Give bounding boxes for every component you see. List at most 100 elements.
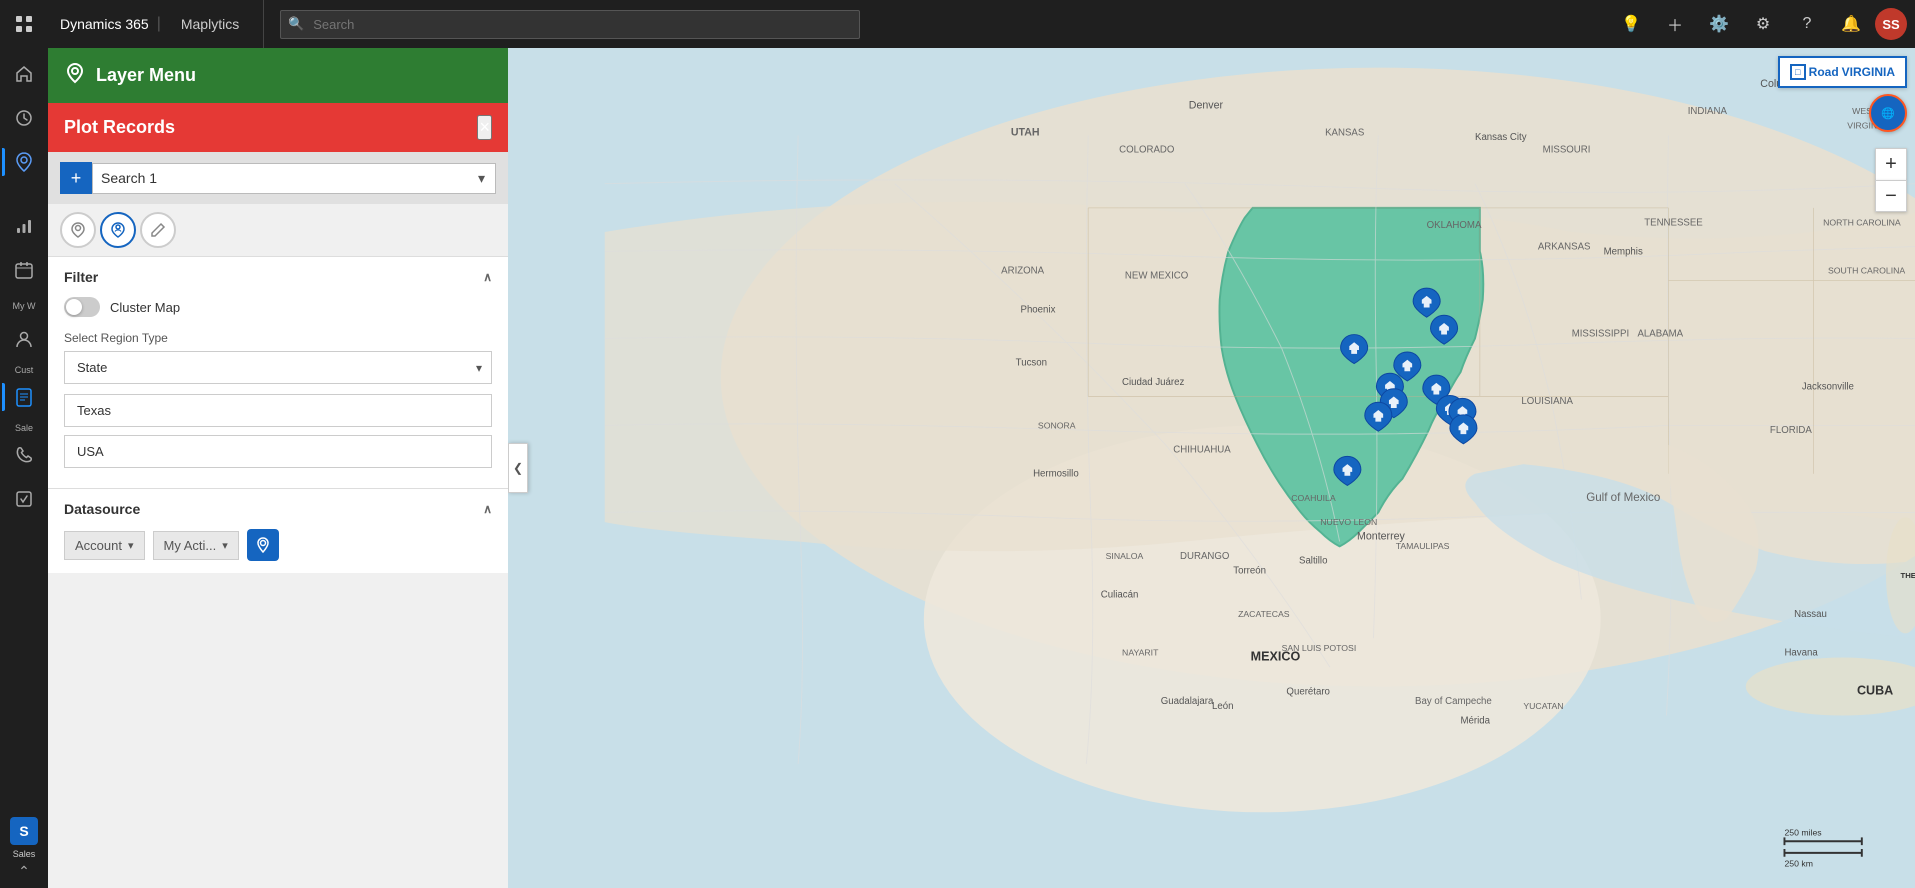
collapse-panel-button[interactable]: ❮ — [508, 443, 528, 493]
svg-text:Kansas City: Kansas City — [1475, 132, 1527, 143]
sidebar-label-sales: Sale — [15, 423, 33, 433]
search-add-button[interactable]: + — [60, 162, 92, 194]
datasource-header: Datasource ∧ — [64, 501, 492, 517]
svg-text:NAYARIT: NAYARIT — [1122, 648, 1159, 658]
zoom-controls: + − — [1875, 148, 1907, 212]
sidebar-bottom-s-icon[interactable]: S — [10, 817, 38, 845]
filter-section: Filter ∧ Cluster Map Select Region Type … — [48, 256, 508, 488]
search-field[interactable] — [101, 170, 476, 186]
map-area[interactable]: Gulf of Mexico Denver UTAH COLORADO KANS… — [508, 48, 1915, 888]
lightbulb-icon-button[interactable]: 💡 — [1611, 4, 1651, 44]
layer-menu-location-icon — [64, 62, 86, 89]
region-type-label: Select Region Type — [64, 331, 492, 345]
account-label: Account — [75, 538, 122, 553]
svg-text:THE BAHAMAS: THE BAHAMAS — [1900, 571, 1915, 580]
sidebar-item-map[interactable] — [2, 140, 46, 184]
user-avatar[interactable]: SS — [1875, 8, 1907, 40]
svg-text:Hermosillo: Hermosillo — [1033, 469, 1079, 480]
datasource-collapse-button[interactable]: ∧ — [483, 502, 492, 516]
svg-text:COLORADO: COLORADO — [1119, 145, 1175, 156]
svg-text:Culiacán: Culiacán — [1101, 590, 1139, 601]
globe-view-button[interactable]: 🌐 — [1869, 94, 1907, 132]
search-bar-row: + ▾ — [48, 152, 508, 204]
svg-text:ALABAMA: ALABAMA — [1637, 328, 1683, 339]
sidebar-bottom-chevron[interactable]: ⌃ — [18, 863, 30, 880]
main-area: My W Cust Sale S Sales ⌃ Layer Menu — [0, 48, 1915, 888]
tool-icons-row — [48, 204, 508, 256]
map-controls-top-right: □ Road VIRGINIA 🌐 — [1778, 56, 1907, 132]
sidebar-item-calendar[interactable] — [2, 248, 46, 292]
sidebar-item-person[interactable] — [2, 317, 46, 361]
svg-text:KANSAS: KANSAS — [1325, 127, 1364, 138]
account-dropdown[interactable]: Account ▾ — [64, 531, 145, 560]
svg-text:SOUTH CAROLINA: SOUTH CAROLINA — [1828, 266, 1905, 276]
region-type-select[interactable]: State County City Zip Code — [64, 351, 492, 384]
zoom-in-button[interactable]: + — [1875, 148, 1907, 180]
side-panel: Layer Menu Plot Records × + ▾ — [48, 48, 508, 888]
country-value-input[interactable] — [64, 435, 492, 468]
notification-icon-button[interactable]: 🔔 — [1831, 4, 1871, 44]
filter-label: Filter — [64, 269, 98, 285]
layer-menu-title: Layer Menu — [96, 65, 196, 86]
cluster-map-toggle[interactable] — [64, 297, 100, 317]
svg-text:Monterrey: Monterrey — [1357, 531, 1406, 543]
sidebar-item-reports[interactable] — [2, 477, 46, 521]
sidebar-item-records[interactable] — [2, 375, 46, 419]
region-value-input[interactable] — [64, 394, 492, 427]
svg-text:YUCATAN: YUCATAN — [1523, 701, 1563, 711]
svg-text:Guadalajara: Guadalajara — [1161, 696, 1214, 707]
svg-text:Saltillo: Saltillo — [1299, 556, 1327, 567]
sidebar-item-charts[interactable] — [2, 204, 46, 248]
apps-grid-button[interactable] — [0, 0, 48, 48]
road-icon: □ — [1790, 64, 1806, 80]
filter-collapse-button[interactable]: ∧ — [483, 270, 492, 284]
person-pin-tool[interactable] — [100, 212, 136, 248]
filter-icon-button[interactable]: ⚙️ — [1699, 4, 1739, 44]
plot-records-title: Plot Records — [64, 117, 175, 138]
svg-text:CHIHUAHUA: CHIHUAHUA — [1173, 445, 1231, 456]
svg-text:OKLAHOMA: OKLAHOMA — [1427, 220, 1482, 231]
svg-text:CUBA: CUBA — [1857, 683, 1893, 697]
collapse-panel-area: ❮ — [508, 443, 528, 493]
sidebar-bottom: S Sales ⌃ — [10, 817, 38, 888]
svg-text:Nassau: Nassau — [1794, 609, 1827, 620]
svg-text:INDIANA: INDIANA — [1688, 106, 1728, 117]
draw-tool[interactable] — [140, 212, 176, 248]
map-svg: Gulf of Mexico Denver UTAH COLORADO KANS… — [508, 48, 1915, 888]
activity-chevron: ▾ — [222, 539, 228, 552]
road-view-button[interactable]: □ Road VIRGINIA — [1778, 56, 1907, 88]
plot-records-close-button[interactable]: × — [477, 115, 492, 140]
sidebar-item-home[interactable] — [2, 52, 46, 96]
brand-name: Dynamics 365 — [60, 16, 149, 32]
toggle-thumb — [66, 299, 82, 315]
svg-text:TENNESSEE: TENNESSEE — [1644, 217, 1703, 228]
svg-text:MISSOURI: MISSOURI — [1543, 145, 1591, 156]
datasource-pin-button[interactable] — [247, 529, 279, 561]
zoom-out-button[interactable]: − — [1875, 180, 1907, 212]
settings-icon-button[interactable]: ⚙ — [1743, 4, 1783, 44]
help-icon-button[interactable]: ? — [1787, 4, 1827, 44]
search-input[interactable] — [280, 10, 860, 39]
global-search: 🔍 — [280, 10, 860, 39]
location-pin-tool[interactable] — [60, 212, 96, 248]
sidebar-item-recent[interactable] — [2, 96, 46, 140]
plus-icon-button[interactable]: ＋ — [1655, 4, 1695, 44]
topbar: Dynamics 365 | Maplytics 🔍 💡 ＋ ⚙️ ⚙ ? 🔔 … — [0, 0, 1915, 48]
sidebar-bottom-label: Sales — [13, 849, 36, 859]
svg-text:UTAH: UTAH — [1011, 126, 1040, 138]
app-name: Maplytics — [169, 16, 251, 32]
svg-text:Gulf of Mexico: Gulf of Mexico — [1586, 491, 1660, 504]
activity-dropdown[interactable]: My Acti... ▾ — [153, 531, 239, 560]
svg-text:Phoenix: Phoenix — [1021, 304, 1056, 315]
datasource-section: Datasource ∧ Account ▾ My Acti... ▾ — [48, 488, 508, 573]
svg-text:TAMAULIPAS: TAMAULIPAS — [1396, 541, 1450, 551]
sidebar-item-phone[interactable] — [2, 433, 46, 477]
svg-text:MISSISSIPPI: MISSISSIPPI — [1572, 328, 1629, 339]
svg-text:ZACATECAS: ZACATECAS — [1238, 609, 1290, 619]
search-dropdown-button[interactable]: ▾ — [476, 168, 487, 189]
svg-text:250 miles: 250 miles — [1784, 827, 1822, 837]
svg-text:Querétaro: Querétaro — [1286, 686, 1329, 697]
topbar-actions: 💡 ＋ ⚙️ ⚙ ? 🔔 SS — [1611, 4, 1915, 44]
cluster-map-toggle-row: Cluster Map — [64, 297, 492, 317]
datasource-label: Datasource — [64, 501, 140, 517]
